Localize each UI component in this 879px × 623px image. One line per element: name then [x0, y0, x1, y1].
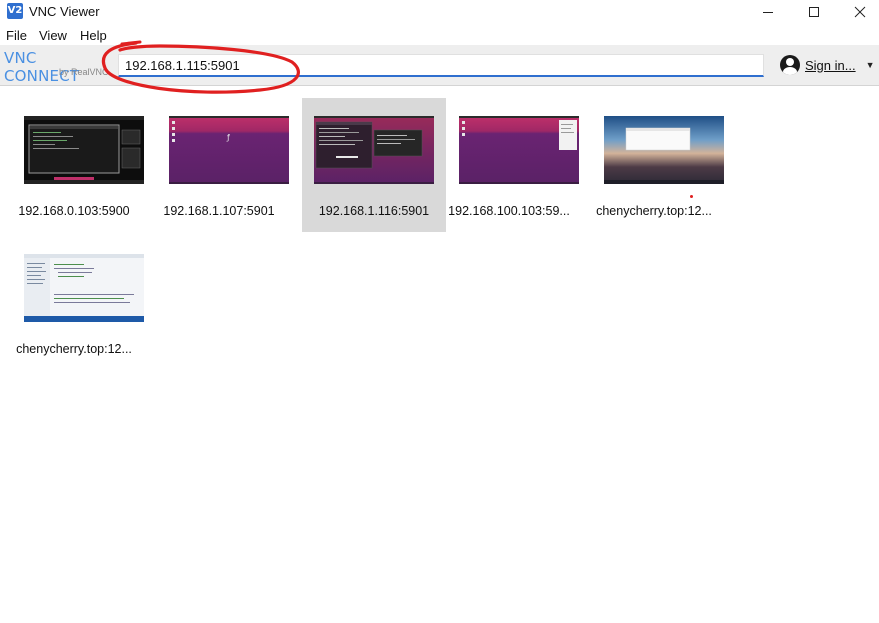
connection-label: 192.168.1.107:5901	[163, 204, 275, 218]
user-avatar-icon	[780, 55, 800, 75]
connection-tile[interactable]: 192.168.0.103:5900	[2, 98, 146, 232]
menu-view[interactable]: View	[39, 28, 67, 43]
address-input[interactable]	[118, 54, 764, 77]
connection-label: chenycherry.top:12...	[596, 204, 712, 218]
lake-desktop-thumbnail	[604, 127, 724, 184]
red-dot-marker	[690, 195, 693, 198]
ide-window-thumbnail	[24, 254, 144, 322]
connection-tile-selected[interactable]: 192.168.1.116:5901	[302, 98, 446, 232]
connection-thumbnail	[24, 254, 144, 322]
close-icon	[854, 6, 866, 18]
connection-tile[interactable]: ƒ 192.168.1.107:5901	[147, 98, 291, 232]
close-button[interactable]	[837, 0, 879, 24]
connection-tile[interactable]: chenycherry.top:12...	[582, 98, 726, 232]
toolbar: VNC CONNECT by RealVNC Sign in... ▼	[0, 45, 879, 86]
ubuntu-desktop-thumbnail: ƒ	[169, 116, 289, 184]
sign-in-button[interactable]: Sign in... ▼	[780, 55, 875, 75]
svg-text:ƒ: ƒ	[226, 133, 230, 142]
minimize-icon	[763, 12, 773, 13]
terminal-desktop-thumbnail	[24, 116, 144, 184]
connection-label: 192.168.100.103:59...	[448, 204, 570, 218]
menu-help[interactable]: Help	[80, 28, 107, 43]
sign-in-label: Sign in...	[805, 57, 856, 73]
title-bar: V2 VNC Viewer	[0, 0, 879, 24]
vnc-viewer-icon: V2	[7, 3, 23, 19]
chevron-down-icon[interactable]: ▼	[866, 60, 875, 70]
menu-file[interactable]: File	[6, 28, 27, 43]
vnc-connect-logo: VNC CONNECT by RealVNC	[4, 49, 112, 85]
connection-thumbnail	[604, 116, 724, 184]
connection-label: 192.168.0.103:5900	[18, 204, 130, 218]
connection-thumbnail	[24, 116, 144, 184]
connection-thumbnail	[314, 116, 434, 184]
connection-tile[interactable]: 192.168.100.103:59...	[437, 98, 581, 232]
ubuntu-terminal-thumbnail	[314, 116, 434, 184]
minimize-button[interactable]	[745, 0, 791, 24]
connection-tile[interactable]: chenycherry.top:12...	[2, 236, 146, 370]
logo-sub-text: by RealVNC	[59, 67, 109, 77]
maximize-icon	[809, 7, 819, 17]
ubuntu-desktop-thumbnail	[459, 116, 579, 184]
connection-label: chenycherry.top:12...	[16, 342, 132, 356]
window-title: VNC Viewer	[29, 4, 100, 19]
connection-thumbnail	[459, 116, 579, 184]
connection-label: 192.168.1.116:5901	[318, 204, 430, 218]
connection-thumbnail: ƒ	[169, 116, 289, 184]
maximize-button[interactable]	[791, 0, 837, 24]
